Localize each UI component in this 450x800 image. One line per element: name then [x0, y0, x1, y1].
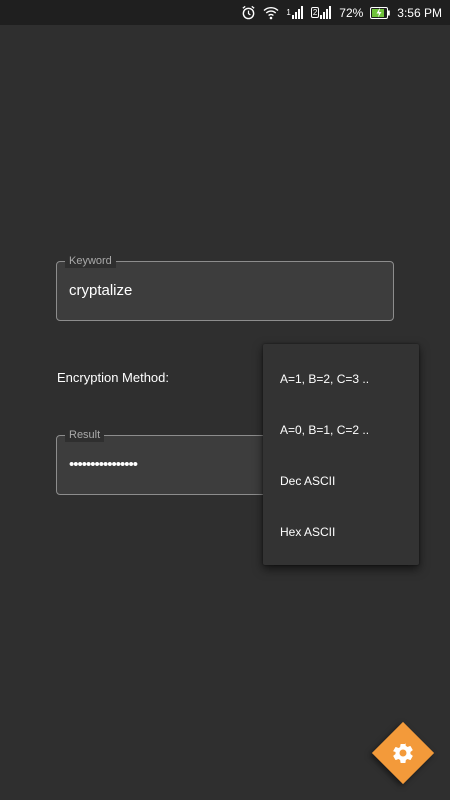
- method-option-a1[interactable]: A=1, B=2, C=3 ..: [263, 353, 419, 404]
- keyword-label: Keyword: [65, 254, 116, 268]
- result-value[interactable]: ••••••••••••••••: [69, 456, 138, 473]
- gear-icon[interactable]: [391, 741, 415, 765]
- signal-2-icon: 2: [310, 6, 332, 19]
- keyword-field[interactable]: Keyword cryptalize: [56, 254, 394, 321]
- alarm-icon: [241, 5, 256, 20]
- sim-1-label: 1: [286, 8, 291, 17]
- clock: 3:56 PM: [397, 5, 442, 20]
- signal-1-icon: 1: [286, 6, 303, 19]
- keyword-value[interactable]: cryptalize: [69, 282, 132, 299]
- method-option-a0[interactable]: A=0, B=1, C=2 ..: [263, 404, 419, 455]
- battery-charging-icon: [370, 6, 391, 19]
- result-label: Result: [65, 428, 105, 442]
- status-bar: 1 2 72% 3:56 PM: [0, 0, 450, 25]
- sim-2-label: 2: [310, 7, 320, 18]
- method-option-hex-ascii[interactable]: Hex ASCII: [263, 506, 419, 557]
- method-option-dec-ascii[interactable]: Dec ASCII: [263, 455, 419, 506]
- encryption-method-label: Encryption Method:: [57, 370, 170, 385]
- wifi-icon: [263, 6, 279, 20]
- encryption-method-dropdown: A=1, B=2, C=3 .. A=0, B=1, C=2 .. Dec AS…: [263, 344, 419, 565]
- battery-percent: 72%: [339, 5, 364, 20]
